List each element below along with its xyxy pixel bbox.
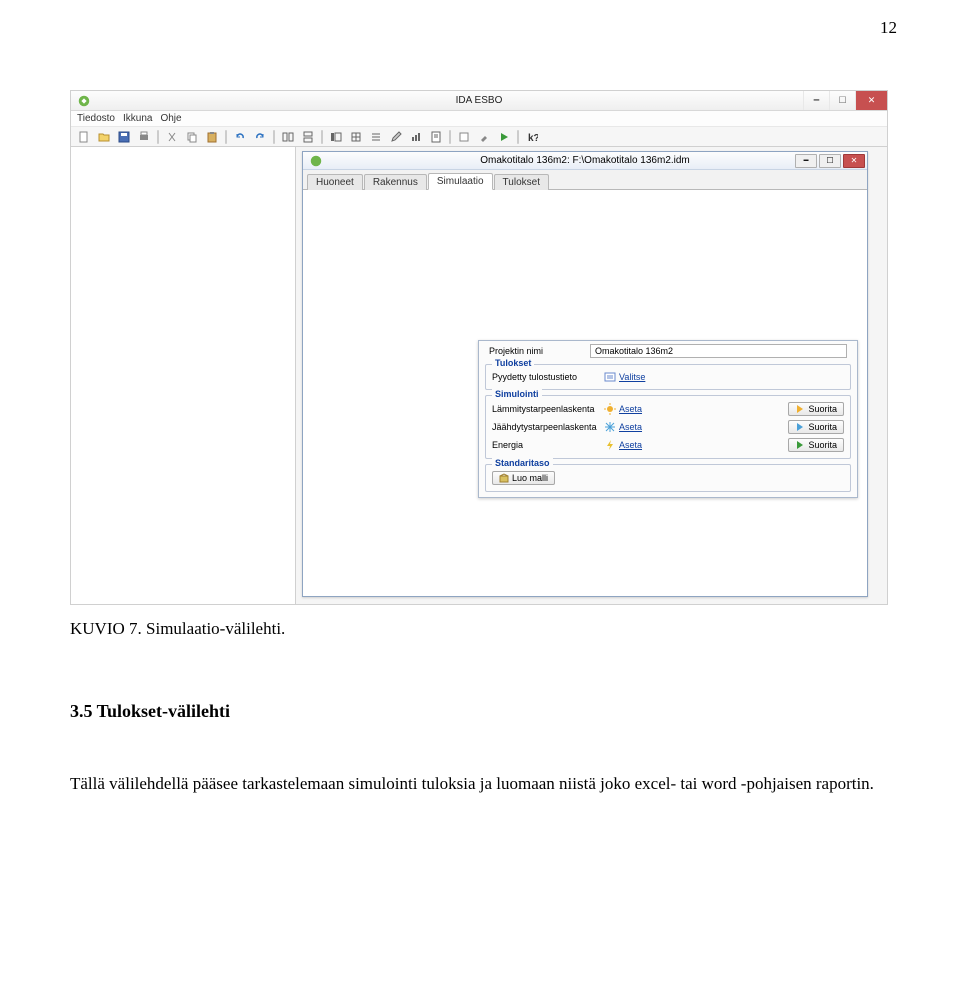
heating-set-text: Aseta — [619, 404, 642, 414]
create-model-button[interactable]: Luo malli — [492, 471, 555, 485]
play-icon — [795, 440, 805, 450]
create-model-text: Luo malli — [512, 473, 548, 483]
cooling-run-text: Suorita — [808, 422, 837, 432]
doc-title-text: Omakotitalo 136m2: F:\Omakotitalo 136m2.… — [480, 155, 690, 166]
titlebar: IDA ESBO ━ ☐ ✕ — [71, 91, 887, 111]
workspace: Omakotitalo 136m2: F:\Omakotitalo 136m2.… — [71, 147, 887, 604]
tab-tulokset[interactable]: Tulokset — [494, 174, 549, 190]
tab-strip: Huoneet Rakennus Simulaatio Tulokset — [303, 170, 867, 190]
project-name-input[interactable]: Omakotitalo 136m2 — [590, 344, 847, 358]
app-icon — [77, 94, 91, 108]
group-simulation-legend: Simulointi — [492, 389, 542, 399]
energy-run-text: Suorita — [808, 440, 837, 450]
heating-run-text: Suorita — [808, 404, 837, 414]
separator-icon — [517, 130, 519, 144]
bolt-icon — [604, 439, 616, 451]
page-number: 12 — [880, 18, 897, 38]
select-output-link[interactable]: Valitse — [604, 371, 645, 383]
tab-rakennus[interactable]: Rakennus — [364, 174, 427, 190]
cut-icon[interactable] — [163, 129, 181, 145]
play-icon[interactable] — [495, 129, 513, 145]
select-link-text: Valitse — [619, 372, 645, 382]
report-icon[interactable] — [427, 129, 445, 145]
redo-icon[interactable] — [251, 129, 269, 145]
separator-icon — [321, 130, 323, 144]
menu-help[interactable]: Ohje — [158, 113, 183, 124]
sun-icon — [604, 403, 616, 415]
doc-body: Projektin nimi Omakotitalo 136m2 Tulokse… — [303, 190, 867, 596]
separator-icon — [225, 130, 227, 144]
doc-icon — [309, 154, 323, 168]
maximize-button[interactable]: ☐ — [829, 91, 855, 110]
model-icon — [499, 473, 509, 483]
svg-text:k?: k? — [528, 133, 538, 143]
energy-label: Energia — [492, 440, 600, 450]
menubar: Tiedosto Ikkuna Ohje — [71, 111, 887, 127]
layout-h-icon[interactable] — [279, 129, 297, 145]
minimize-button[interactable]: ━ — [803, 91, 829, 110]
energy-run-button[interactable]: Suorita — [788, 438, 844, 452]
doc-minimize-button[interactable]: ━ — [795, 154, 817, 168]
tab-huoneet[interactable]: Huoneet — [307, 174, 363, 190]
menu-file[interactable]: Tiedosto — [75, 113, 117, 124]
grid-icon[interactable] — [347, 129, 365, 145]
edit-icon[interactable] — [387, 129, 405, 145]
group-results: Tulokset Pyydetty tulostustieto Valitse — [485, 364, 851, 390]
doc-close-button[interactable]: ✕ — [843, 154, 865, 168]
heating-demand-label: Lämmitystarpeenlaskenta — [492, 404, 600, 414]
cooling-set-text: Aseta — [619, 422, 642, 432]
copy-icon[interactable] — [183, 129, 201, 145]
form-panel: Projektin nimi Omakotitalo 136m2 Tulokse… — [478, 340, 858, 498]
doc-titlebar: Omakotitalo 136m2: F:\Omakotitalo 136m2.… — [303, 152, 867, 170]
close-button[interactable]: ✕ — [855, 91, 887, 110]
tool-icon[interactable] — [475, 129, 493, 145]
separator-icon — [157, 130, 159, 144]
toggle-panel-icon[interactable] — [327, 129, 345, 145]
play-icon — [795, 404, 805, 414]
app-title: IDA ESBO — [456, 95, 503, 106]
doc-maximize-button[interactable]: ☐ — [819, 154, 841, 168]
group-results-legend: Tulokset — [492, 358, 534, 368]
heating-run-button[interactable]: Suorita — [788, 402, 844, 416]
save-icon[interactable] — [115, 129, 133, 145]
sheet-icon[interactable] — [455, 129, 473, 145]
cooling-set-link[interactable]: Aseta — [604, 421, 642, 433]
energy-set-link[interactable]: Aseta — [604, 439, 642, 451]
requested-output-label: Pyydetty tulostustieto — [492, 372, 600, 382]
toolbar: k? — [71, 127, 887, 147]
document-window: Omakotitalo 136m2: F:\Omakotitalo 136m2.… — [302, 151, 868, 597]
undo-icon[interactable] — [231, 129, 249, 145]
project-name-label: Projektin nimi — [489, 346, 584, 356]
heating-set-link[interactable]: Aseta — [604, 403, 642, 415]
list-icon — [604, 371, 616, 383]
help-icon[interactable]: k? — [523, 129, 541, 145]
cooling-run-button[interactable]: Suorita — [788, 420, 844, 434]
print-icon[interactable] — [135, 129, 153, 145]
snowflake-icon — [604, 421, 616, 433]
play-icon — [795, 422, 805, 432]
group-standard-level: Standaritaso Luo malli — [485, 464, 851, 492]
open-icon[interactable] — [95, 129, 113, 145]
left-pane — [71, 147, 296, 604]
separator-icon — [449, 130, 451, 144]
tab-simulaatio[interactable]: Simulaatio — [428, 173, 493, 190]
section-heading: 3.5 Tulokset-välilehti — [70, 701, 890, 722]
cooling-demand-label: Jäähdytystarpeenlaskenta — [492, 422, 600, 432]
figure-caption: KUVIO 7. Simulaatio-välilehti. — [70, 619, 890, 639]
paste-icon[interactable] — [203, 129, 221, 145]
body-paragraph: Tällä välilehdellä pääsee tarkastelemaan… — [70, 770, 890, 799]
group-simulation: Simulointi Lämmitystarpeenlaskenta Aseta — [485, 395, 851, 459]
app-window: IDA ESBO ━ ☐ ✕ Tiedosto Ikkuna Ohje — [70, 90, 888, 605]
energy-set-text: Aseta — [619, 440, 642, 450]
chart-icon[interactable] — [407, 129, 425, 145]
separator-icon — [273, 130, 275, 144]
list-icon[interactable] — [367, 129, 385, 145]
menu-window[interactable]: Ikkuna — [121, 113, 154, 124]
new-icon[interactable] — [75, 129, 93, 145]
mdi-area: Omakotitalo 136m2: F:\Omakotitalo 136m2.… — [296, 147, 887, 604]
layout-v-icon[interactable] — [299, 129, 317, 145]
group-standard-legend: Standaritaso — [492, 458, 553, 468]
